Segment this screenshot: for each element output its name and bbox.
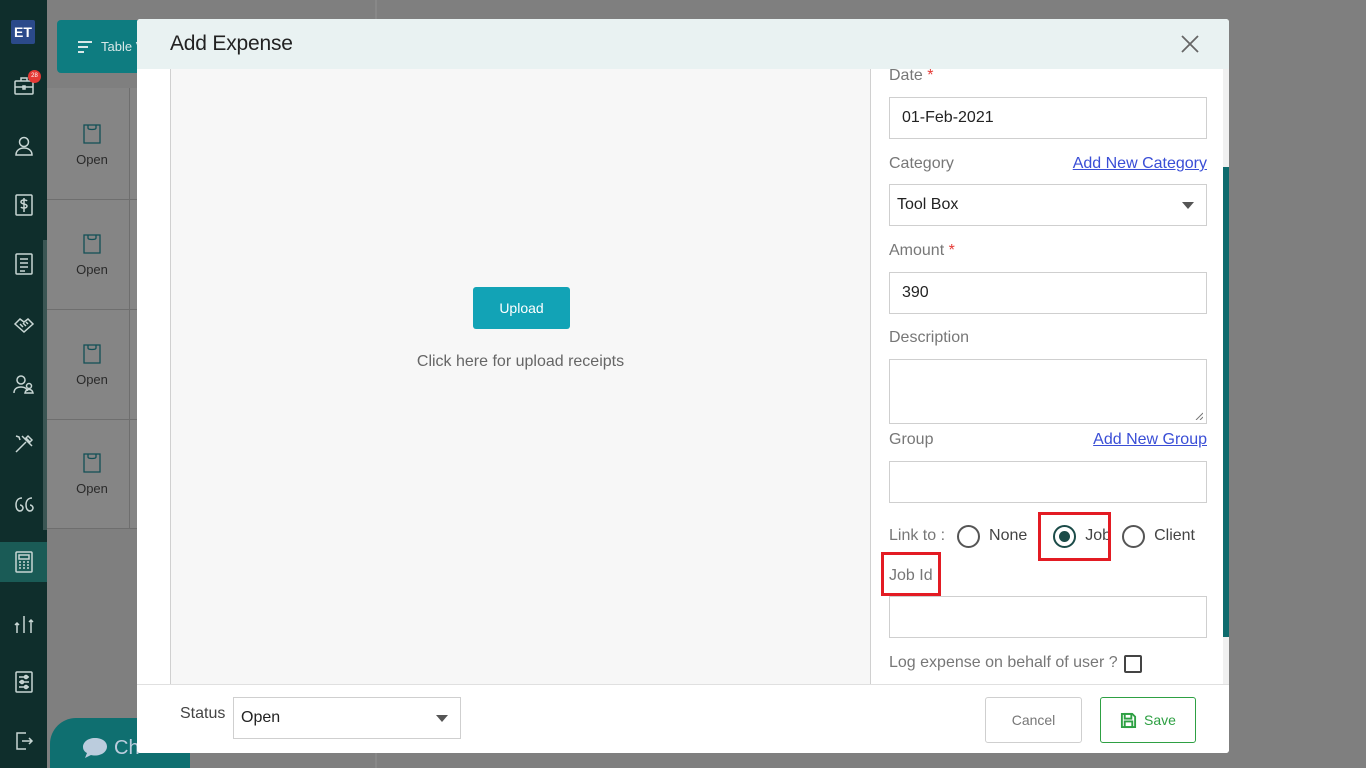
team-nav-item[interactable]: [0, 364, 47, 404]
list-item-status: Open: [76, 152, 108, 167]
resize-grip-icon[interactable]: [1195, 412, 1203, 420]
save-button[interactable]: Save: [1100, 697, 1196, 743]
expenses-nav-item[interactable]: [0, 542, 47, 582]
list-item-status: Open: [76, 481, 108, 496]
description-textarea[interactable]: [889, 359, 1207, 424]
list-item[interactable]: Open: [47, 90, 137, 200]
list-item-status: Open: [76, 372, 108, 387]
settings-nav-item[interactable]: [0, 662, 47, 702]
logout-icon: [15, 732, 33, 750]
handshake-icon: [13, 318, 34, 334]
behalf-label: Log expense on behalf of user ?: [889, 654, 1118, 671]
group-label: Group: [889, 431, 934, 448]
status-label: Status: [180, 705, 226, 722]
jobs-nav-item[interactable]: 28: [0, 66, 47, 106]
date-label: Date *: [889, 67, 934, 84]
chevron-down-icon: [1182, 202, 1194, 209]
category-label: Category: [889, 155, 954, 172]
app-logo: ET: [11, 20, 35, 44]
chevron-down-icon: [436, 715, 448, 722]
bag-icon: [83, 453, 101, 473]
list-icon: [14, 253, 33, 275]
cancel-button[interactable]: Cancel: [985, 697, 1082, 743]
category-value: Tool Box: [897, 196, 959, 213]
date-field[interactable]: 01-Feb-2021: [889, 97, 1207, 139]
date-value: 01-Feb-2021: [902, 109, 994, 126]
status-value: Open: [241, 709, 281, 726]
reports-icon: [13, 616, 34, 633]
job-id-field[interactable]: [889, 596, 1207, 638]
link-to-label: Link to :: [889, 527, 946, 544]
status-select[interactable]: Open: [233, 697, 461, 739]
radio-circle[interactable]: [957, 524, 981, 548]
receipt-upload-area[interactable]: Upload Click here for upload receipts: [170, 69, 871, 684]
left-sidebar: ET 28: [0, 0, 47, 768]
chat-label: Ch: [114, 736, 140, 759]
quote-icon: [14, 497, 34, 512]
quotes-nav-item[interactable]: [0, 484, 47, 524]
list-item[interactable]: Open: [47, 310, 137, 420]
list-item-status: Open: [76, 262, 108, 277]
upload-hint: Click here for upload receipts: [416, 353, 625, 370]
job-id-highlight: [881, 552, 941, 596]
amount-label: Amount *: [889, 242, 955, 259]
modal-footer: Status Open Cancel Save: [137, 684, 1229, 753]
profile-nav-item[interactable]: [0, 126, 47, 166]
add-expense-modal: Add Expense Upload Click here for upload…: [137, 19, 1229, 753]
users-icon: [12, 375, 34, 394]
close-icon: [1181, 35, 1199, 53]
tools-nav-item[interactable]: [0, 424, 47, 464]
sort-lines-icon: [78, 40, 92, 53]
link-client-radio[interactable]: Client: [1122, 524, 1195, 548]
list-item[interactable]: Open: [47, 200, 137, 310]
close-button[interactable]: [1179, 33, 1201, 55]
notification-badge: 28: [28, 70, 41, 83]
link-none-label: None: [989, 527, 1028, 544]
link-client-label: Client: [1154, 527, 1195, 544]
link-none-radio[interactable]: None: [957, 524, 1028, 548]
behalf-checkbox[interactable]: [1124, 655, 1142, 673]
reports-nav-item[interactable]: [0, 604, 47, 644]
save-label: Save: [1144, 712, 1176, 728]
dollar-icon: [14, 194, 33, 216]
upload-button[interactable]: Upload: [473, 287, 570, 329]
group-field[interactable]: [889, 461, 1207, 503]
radio-circle[interactable]: [1122, 524, 1146, 548]
category-select[interactable]: Tool Box: [889, 184, 1207, 226]
description-label: Description: [889, 329, 970, 346]
job-radio-highlight: [1038, 512, 1111, 561]
amount-field[interactable]: 390: [889, 272, 1207, 314]
list-item[interactable]: Open: [47, 419, 137, 529]
billing-nav-item[interactable]: [0, 185, 47, 225]
modal-title: Add Expense: [170, 32, 293, 55]
settings-sliders-icon: [14, 671, 33, 693]
bag-icon: [83, 234, 101, 254]
bag-icon: [83, 344, 101, 364]
chat-icon: [83, 738, 107, 758]
form-scrollbar-thumb[interactable]: [1223, 167, 1229, 637]
amount-value: 390: [902, 284, 929, 301]
deals-nav-item[interactable]: [0, 304, 47, 344]
calculator-icon: [14, 551, 33, 573]
add-new-category-link[interactable]: Add New Category: [1073, 155, 1207, 173]
floppy-disk-icon: [1120, 712, 1137, 728]
user-icon: [14, 136, 33, 156]
list-nav-item[interactable]: [0, 244, 47, 284]
bag-icon: [83, 124, 101, 144]
tools-icon: [14, 434, 33, 453]
modal-header: Add Expense: [137, 19, 1229, 69]
logout-nav-item[interactable]: [0, 721, 47, 761]
add-new-group-link[interactable]: Add New Group: [1093, 431, 1207, 449]
